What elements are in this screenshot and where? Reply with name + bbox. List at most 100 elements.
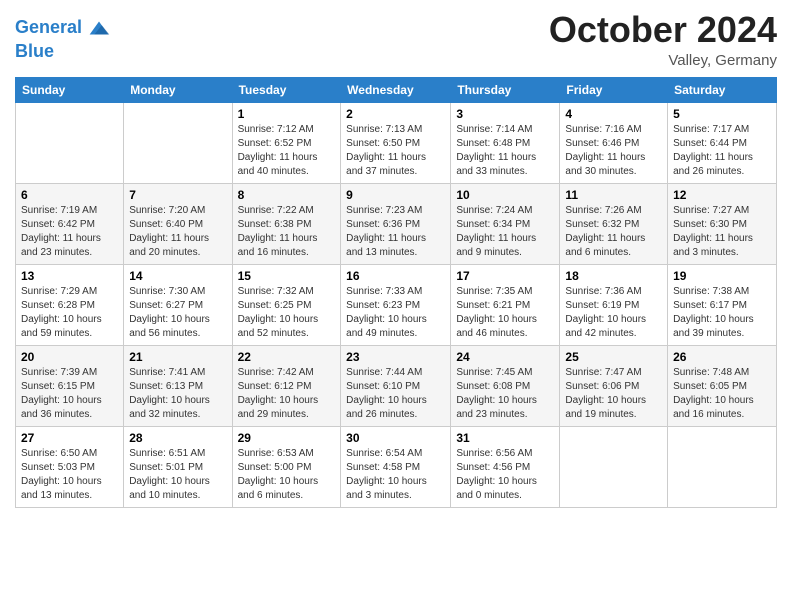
calendar-cell: 17Sunrise: 7:35 AMSunset: 6:21 PMDayligh… <box>451 264 560 345</box>
calendar-page: General Blue October 2024 Valley, German… <box>0 0 792 612</box>
calendar-cell <box>560 426 668 507</box>
calendar-cell: 19 Sunrise: 7:38 AMSunset: 6:17 PMDayligh… <box>668 264 777 345</box>
day-detail: Sunrise: 7:39 AMSunset: 6:15 PMDaylight:… <box>21 366 118 422</box>
weekday-header: Friday <box>560 77 668 102</box>
day-number: 3 <box>456 107 554 121</box>
day-number: 15 <box>238 269 336 283</box>
calendar-week-row: 20 Sunrise: 7:39 AMSunset: 6:15 PMDayligh… <box>16 345 777 426</box>
calendar-cell: 28Sunrise: 6:51 AMSunset: 5:01 PMDayligh… <box>124 426 232 507</box>
day-detail: Sunrise: 7:44 AMSunset: 6:10 PMDaylight:… <box>346 366 445 422</box>
day-number: 26 <box>673 350 771 364</box>
calendar-cell: 23 Sunrise: 7:44 AMSunset: 6:10 PMDayligh… <box>341 345 451 426</box>
day-detail: Sunrise: 7:26 AMSunset: 6:32 PMDaylight:… <box>565 204 662 260</box>
calendar-cell: 26Sunrise: 7:48 AMSunset: 6:05 PMDayligh… <box>668 345 777 426</box>
day-detail: Sunrise: 7:23 AMSunset: 6:36 PMDaylight:… <box>346 204 445 260</box>
calendar-cell <box>124 102 232 183</box>
weekday-header: Tuesday <box>232 77 341 102</box>
calendar-week-row: 6 Sunrise: 7:19 AMSunset: 6:42 PMDaylight… <box>16 183 777 264</box>
day-number: 9 <box>346 188 445 202</box>
weekday-header: Thursday <box>451 77 560 102</box>
calendar-cell: 16 Sunrise: 7:33 AMSunset: 6:23 PMDayligh… <box>341 264 451 345</box>
day-detail: Sunrise: 7:17 AMSunset: 6:44 PMDaylight:… <box>673 123 771 179</box>
weekday-header: Monday <box>124 77 232 102</box>
logo-text: General <box>15 18 82 38</box>
day-detail: Sunrise: 7:36 AMSunset: 6:19 PMDaylight:… <box>565 285 662 341</box>
calendar-cell: 8Sunrise: 7:22 AMSunset: 6:38 PMDaylight… <box>232 183 341 264</box>
day-number: 6 <box>21 188 118 202</box>
day-number: 10 <box>456 188 554 202</box>
calendar-cell: 12 Sunrise: 7:27 AMSunset: 6:30 PMDayligh… <box>668 183 777 264</box>
day-number: 14 <box>129 269 226 283</box>
day-detail: Sunrise: 6:56 AMSunset: 4:56 PMDaylight:… <box>456 447 554 503</box>
day-number: 4 <box>565 107 662 121</box>
calendar-cell: 21 Sunrise: 7:41 AMSunset: 6:13 PMDayligh… <box>124 345 232 426</box>
day-detail: Sunrise: 7:33 AMSunset: 6:23 PMDaylight:… <box>346 285 445 341</box>
title-block: October 2024 Valley, Germany <box>549 10 777 69</box>
calendar-cell: 11Sunrise: 7:26 AMSunset: 6:32 PMDayligh… <box>560 183 668 264</box>
day-detail: Sunrise: 6:53 AMSunset: 5:00 PMDaylight:… <box>238 447 336 503</box>
logo: General Blue <box>15 14 113 62</box>
calendar-cell: 20 Sunrise: 7:39 AMSunset: 6:15 PMDayligh… <box>16 345 124 426</box>
day-number: 2 <box>346 107 445 121</box>
calendar-cell: 24 Sunrise: 7:45 AMSunset: 6:08 PMDayligh… <box>451 345 560 426</box>
day-number: 25 <box>565 350 662 364</box>
weekday-header: Sunday <box>16 77 124 102</box>
day-number: 30 <box>346 431 445 445</box>
day-detail: Sunrise: 7:38 AMSunset: 6:17 PMDaylight:… <box>673 285 771 341</box>
calendar-cell: 9 Sunrise: 7:23 AMSunset: 6:36 PMDaylight… <box>341 183 451 264</box>
day-number: 5 <box>673 107 771 121</box>
day-number: 16 <box>346 269 445 283</box>
day-detail: Sunrise: 7:12 AMSunset: 6:52 PMDaylight:… <box>238 123 336 179</box>
calendar-cell: 14 Sunrise: 7:30 AMSunset: 6:27 PMDayligh… <box>124 264 232 345</box>
day-detail: Sunrise: 7:14 AMSunset: 6:48 PMDaylight:… <box>456 123 554 179</box>
day-number: 21 <box>129 350 226 364</box>
day-number: 8 <box>238 188 336 202</box>
calendar-cell: 4Sunrise: 7:16 AMSunset: 6:46 PMDaylight… <box>560 102 668 183</box>
calendar-week-row: 27Sunrise: 6:50 AMSunset: 5:03 PMDayligh… <box>16 426 777 507</box>
day-detail: Sunrise: 7:13 AMSunset: 6:50 PMDaylight:… <box>346 123 445 179</box>
day-number: 27 <box>21 431 118 445</box>
day-detail: Sunrise: 7:24 AMSunset: 6:34 PMDaylight:… <box>456 204 554 260</box>
day-number: 13 <box>21 269 118 283</box>
calendar-cell: 5 Sunrise: 7:17 AMSunset: 6:44 PMDaylight… <box>668 102 777 183</box>
calendar-week-row: 1Sunrise: 7:12 AMSunset: 6:52 PMDaylight… <box>16 102 777 183</box>
day-number: 23 <box>346 350 445 364</box>
day-number: 7 <box>129 188 226 202</box>
calendar-cell: 25 Sunrise: 7:47 AMSunset: 6:06 PMDayligh… <box>560 345 668 426</box>
day-number: 12 <box>673 188 771 202</box>
day-number: 19 <box>673 269 771 283</box>
calendar-cell <box>16 102 124 183</box>
day-detail: Sunrise: 7:35 AMSunset: 6:21 PMDaylight:… <box>456 285 554 341</box>
calendar-cell: 1Sunrise: 7:12 AMSunset: 6:52 PMDaylight… <box>232 102 341 183</box>
calendar-cell: 27Sunrise: 6:50 AMSunset: 5:03 PMDayligh… <box>16 426 124 507</box>
day-number: 18 <box>565 269 662 283</box>
calendar-cell: 29Sunrise: 6:53 AMSunset: 5:00 PMDayligh… <box>232 426 341 507</box>
day-detail: Sunrise: 7:32 AMSunset: 6:25 PMDaylight:… <box>238 285 336 341</box>
calendar-cell: 2 Sunrise: 7:13 AMSunset: 6:50 PMDaylight… <box>341 102 451 183</box>
day-detail: Sunrise: 7:45 AMSunset: 6:08 PMDaylight:… <box>456 366 554 422</box>
day-number: 20 <box>21 350 118 364</box>
weekday-header: Saturday <box>668 77 777 102</box>
day-number: 22 <box>238 350 336 364</box>
month-title: October 2024 <box>549 10 777 50</box>
calendar-cell: 15 Sunrise: 7:32 AMSunset: 6:25 PMDayligh… <box>232 264 341 345</box>
calendar-cell: 7 Sunrise: 7:20 AMSunset: 6:40 PMDaylight… <box>124 183 232 264</box>
weekday-header: Wednesday <box>341 77 451 102</box>
calendar-cell: 30Sunrise: 6:54 AMSunset: 4:58 PMDayligh… <box>341 426 451 507</box>
day-detail: Sunrise: 7:19 AMSunset: 6:42 PMDaylight:… <box>21 204 118 260</box>
day-detail: Sunrise: 7:30 AMSunset: 6:27 PMDaylight:… <box>129 285 226 341</box>
day-detail: Sunrise: 7:47 AMSunset: 6:06 PMDaylight:… <box>565 366 662 422</box>
day-detail: Sunrise: 6:51 AMSunset: 5:01 PMDaylight:… <box>129 447 226 503</box>
calendar-cell: 18 Sunrise: 7:36 AMSunset: 6:19 PMDayligh… <box>560 264 668 345</box>
day-detail: Sunrise: 7:27 AMSunset: 6:30 PMDaylight:… <box>673 204 771 260</box>
calendar-week-row: 13Sunrise: 7:29 AMSunset: 6:28 PMDayligh… <box>16 264 777 345</box>
day-detail: Sunrise: 7:41 AMSunset: 6:13 PMDaylight:… <box>129 366 226 422</box>
day-number: 24 <box>456 350 554 364</box>
calendar-cell: 6 Sunrise: 7:19 AMSunset: 6:42 PMDaylight… <box>16 183 124 264</box>
day-detail: Sunrise: 7:20 AMSunset: 6:40 PMDaylight:… <box>129 204 226 260</box>
day-detail: Sunrise: 7:42 AMSunset: 6:12 PMDaylight:… <box>238 366 336 422</box>
calendar-cell: 3 Sunrise: 7:14 AMSunset: 6:48 PMDaylight… <box>451 102 560 183</box>
calendar-cell: 22 Sunrise: 7:42 AMSunset: 6:12 PMDayligh… <box>232 345 341 426</box>
day-number: 31 <box>456 431 554 445</box>
calendar-cell: 10 Sunrise: 7:24 AMSunset: 6:34 PMDayligh… <box>451 183 560 264</box>
